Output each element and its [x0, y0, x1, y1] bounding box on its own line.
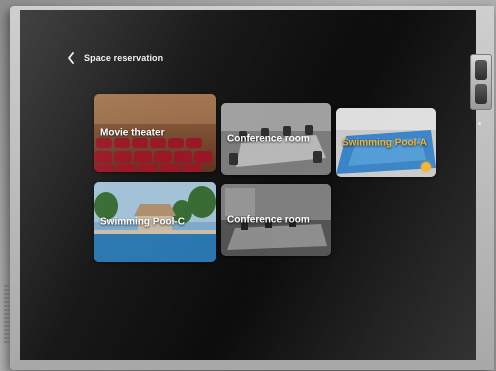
room-label: Conference room [227, 214, 310, 226]
room-label: Swimming Pool-C [100, 216, 185, 228]
chevron-left-icon [68, 52, 74, 64]
room-tile-swimming-pool-c[interactable]: Swimming Pool-C [94, 182, 216, 262]
room-label: Conference room [227, 133, 310, 145]
room-label: Movie theater [100, 127, 165, 139]
side-sensor-panel [470, 54, 492, 110]
wall-tablet: Space reservation Movie theater Conferen… [10, 6, 494, 370]
status-led [478, 122, 481, 125]
room-tile-movie-theater[interactable]: Movie theater [94, 94, 216, 172]
sensor-window [475, 84, 487, 104]
top-bar: Space reservation [64, 48, 163, 68]
sensor-window [475, 60, 487, 80]
room-tile-conference-room-2[interactable]: Conference room [221, 184, 331, 256]
device-brand-mark [4, 285, 10, 345]
room-label: Swimming Pool-A [342, 137, 427, 148]
room-tile-conference-room-1[interactable]: Conference room [221, 103, 331, 175]
page-title: Space reservation [84, 53, 164, 63]
selected-badge [421, 162, 431, 172]
room-tile-swimming-pool-a[interactable]: Swimming Pool-A [336, 108, 436, 177]
back-button[interactable] [64, 50, 78, 66]
tablet-screen: Space reservation Movie theater Conferen… [20, 10, 476, 360]
